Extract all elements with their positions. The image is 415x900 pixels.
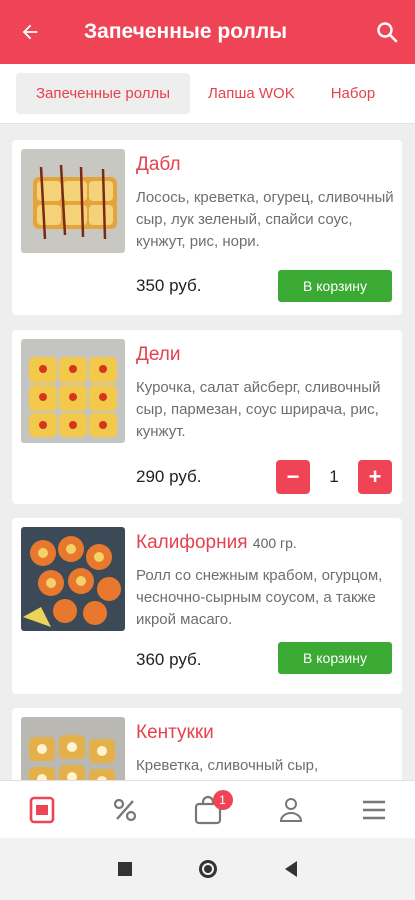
product-card[interactable]: Дели Курочка, салат айсберг, сливочный с… xyxy=(12,330,402,504)
product-image xyxy=(21,339,125,443)
product-price: 350 руб. xyxy=(136,276,202,295)
increase-quantity-button[interactable]: + xyxy=(358,460,392,494)
product-weight: 400 гр. xyxy=(252,535,297,551)
decrease-quantity-button[interactable]: − xyxy=(276,460,310,494)
product-description: Ролл со снежным крабом, огурцом, чесночн… xyxy=(136,567,383,628)
product-name: Калифорния 400 гр. xyxy=(136,532,297,553)
back-nav-icon[interactable] xyxy=(283,860,299,878)
product-image xyxy=(21,527,125,631)
tab-baked-rolls[interactable]: Запеченные роллы xyxy=(16,73,191,114)
app-bar: Запеченные роллы xyxy=(0,0,415,64)
quantity-value: 1 xyxy=(329,467,339,486)
nav-cart[interactable]: 1 xyxy=(166,781,249,838)
product-name: Кентукки xyxy=(136,722,214,743)
back-button[interactable] xyxy=(0,0,60,64)
product-image xyxy=(21,717,125,780)
search-button[interactable] xyxy=(359,0,415,64)
cart-badge: 1 xyxy=(212,790,233,810)
bottom-navigation: 1 xyxy=(0,780,415,838)
product-list[interactable]: Дабл Лосось, креветка, огурец, сливочный… xyxy=(0,124,415,780)
nav-menu[interactable] xyxy=(0,781,83,838)
arrow-left-icon xyxy=(22,24,38,40)
nav-profile[interactable] xyxy=(249,781,332,838)
product-price: 290 руб. xyxy=(136,467,202,486)
product-name: Дели xyxy=(136,344,181,365)
page-title: Запеченные роллы xyxy=(84,20,288,43)
product-image xyxy=(21,149,125,253)
system-nav-bar xyxy=(0,838,415,900)
product-description: Лосось, креветка, огурец, сливочный сыр,… xyxy=(136,189,394,250)
product-description: Курочка, салат айсберг, сливочный сыр, п… xyxy=(136,379,381,440)
category-tabs: Запеченные роллы Лапша WOK Набор xyxy=(0,64,415,124)
add-to-cart-button[interactable]: В корзину xyxy=(278,642,392,674)
tab-sets[interactable]: Набор xyxy=(313,73,393,114)
tab-wok-noodles[interactable]: Лапша WOK xyxy=(190,73,313,114)
home-icon[interactable] xyxy=(197,858,219,880)
add-to-cart-button[interactable]: В корзину xyxy=(278,270,392,302)
profile-icon xyxy=(279,797,302,822)
nav-promotions[interactable] xyxy=(83,781,166,838)
product-card[interactable]: Калифорния 400 гр. Ролл со снежным крабо… xyxy=(12,518,402,694)
product-card[interactable]: Кентукки Креветка, сливочный сыр, xyxy=(12,708,402,780)
product-card[interactable]: Дабл Лосось, креветка, огурец, сливочный… xyxy=(12,140,402,315)
recent-apps-icon[interactable] xyxy=(117,861,133,877)
menu-icon xyxy=(29,796,54,823)
quantity-stepper: − 1 + xyxy=(276,460,392,494)
product-price: 360 руб. xyxy=(136,650,202,669)
product-name: Дабл xyxy=(136,154,181,175)
percent-icon xyxy=(113,798,136,821)
product-description: Креветка, сливочный сыр, xyxy=(136,757,319,774)
nav-more[interactable] xyxy=(332,781,415,838)
hamburger-icon xyxy=(362,800,385,819)
search-icon xyxy=(377,22,398,43)
